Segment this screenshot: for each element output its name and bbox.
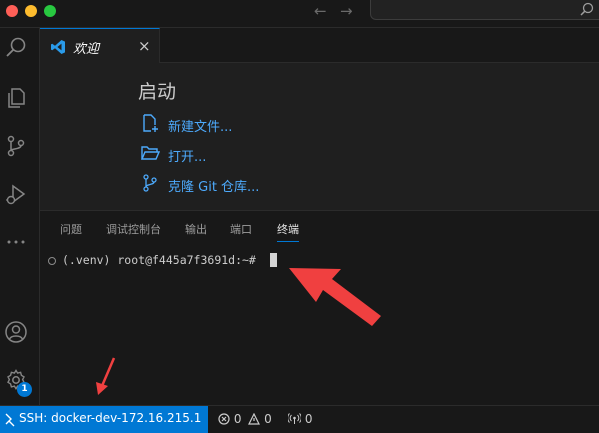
status-bar: SSH: docker-dev-172.16.215.1 0 0 0 bbox=[0, 405, 599, 433]
explorer-icon[interactable] bbox=[4, 86, 28, 110]
open-label: 打开... bbox=[168, 150, 207, 165]
remote-indicator[interactable]: SSH: docker-dev-172.16.215.1 bbox=[0, 406, 208, 433]
remote-label: SSH: docker-dev-172.16.215.1 bbox=[19, 411, 202, 425]
problems-status[interactable]: 0 0 bbox=[218, 412, 272, 426]
more-icon[interactable] bbox=[4, 230, 28, 254]
terminal-prompt: (.venv) root@f445a7f3691d:~# bbox=[62, 253, 263, 267]
ports-antenna-icon bbox=[287, 413, 302, 424]
command-center-search[interactable] bbox=[370, 0, 599, 20]
ports-status[interactable]: 0 bbox=[287, 412, 313, 426]
tab-label: 欢迎 bbox=[73, 42, 100, 57]
warning-icon bbox=[248, 412, 261, 425]
account-icon[interactable] bbox=[4, 320, 28, 344]
run-debug-icon[interactable] bbox=[4, 182, 28, 206]
search-icon bbox=[580, 2, 594, 16]
tab-ports[interactable]: 端口 bbox=[230, 221, 252, 237]
error-icon bbox=[218, 413, 230, 425]
clone-git-label: 克隆 Git 仓库... bbox=[168, 180, 260, 195]
warning-count: 0 bbox=[264, 412, 272, 426]
tab-close-icon[interactable]: × bbox=[138, 37, 151, 55]
source-control-icon[interactable] bbox=[4, 134, 28, 158]
vscode-logo-icon bbox=[51, 40, 65, 54]
welcome-page: 启动 新建文件... 打开... 克隆 Git 仓库... bbox=[40, 63, 599, 210]
tab-terminal[interactable]: 终端 bbox=[277, 221, 299, 242]
terminal-line[interactable]: (.venv) root@f445a7f3691d:~# bbox=[48, 253, 277, 267]
start-heading: 启动 bbox=[138, 81, 177, 103]
ports-count: 0 bbox=[304, 412, 313, 426]
remote-icon bbox=[5, 413, 15, 427]
tab-debug-console[interactable]: 调试控制台 bbox=[106, 221, 161, 237]
search-icon[interactable] bbox=[4, 36, 28, 60]
tab-problems[interactable]: 问题 bbox=[60, 221, 82, 237]
back-arrow-icon[interactable]: ← bbox=[314, 3, 327, 19]
tab-output[interactable]: 输出 bbox=[185, 221, 207, 237]
command-decoration-icon bbox=[48, 256, 56, 265]
forward-arrow-icon[interactable]: → bbox=[340, 3, 353, 19]
minimize-window-button[interactable] bbox=[25, 5, 37, 17]
new-file-icon bbox=[143, 114, 158, 132]
error-count: 0 bbox=[233, 412, 242, 426]
title-bar: ← → bbox=[0, 0, 599, 28]
settings-update-badge: 1 bbox=[17, 382, 32, 397]
close-window-button[interactable] bbox=[6, 5, 18, 17]
open-folder-icon bbox=[140, 146, 160, 160]
editor-tab-bar: 欢迎 × bbox=[40, 28, 599, 63]
git-clone-icon bbox=[143, 174, 157, 192]
activity-bar bbox=[0, 28, 40, 405]
terminal-cursor bbox=[269, 253, 277, 267]
tab-welcome[interactable]: 欢迎 × bbox=[40, 28, 160, 63]
new-file-label: 新建文件... bbox=[168, 120, 233, 135]
zoom-window-button[interactable] bbox=[44, 5, 56, 17]
bottom-panel: 问题 调试控制台 输出 端口 终端 (.venv) root@f445a7f36… bbox=[40, 210, 599, 405]
